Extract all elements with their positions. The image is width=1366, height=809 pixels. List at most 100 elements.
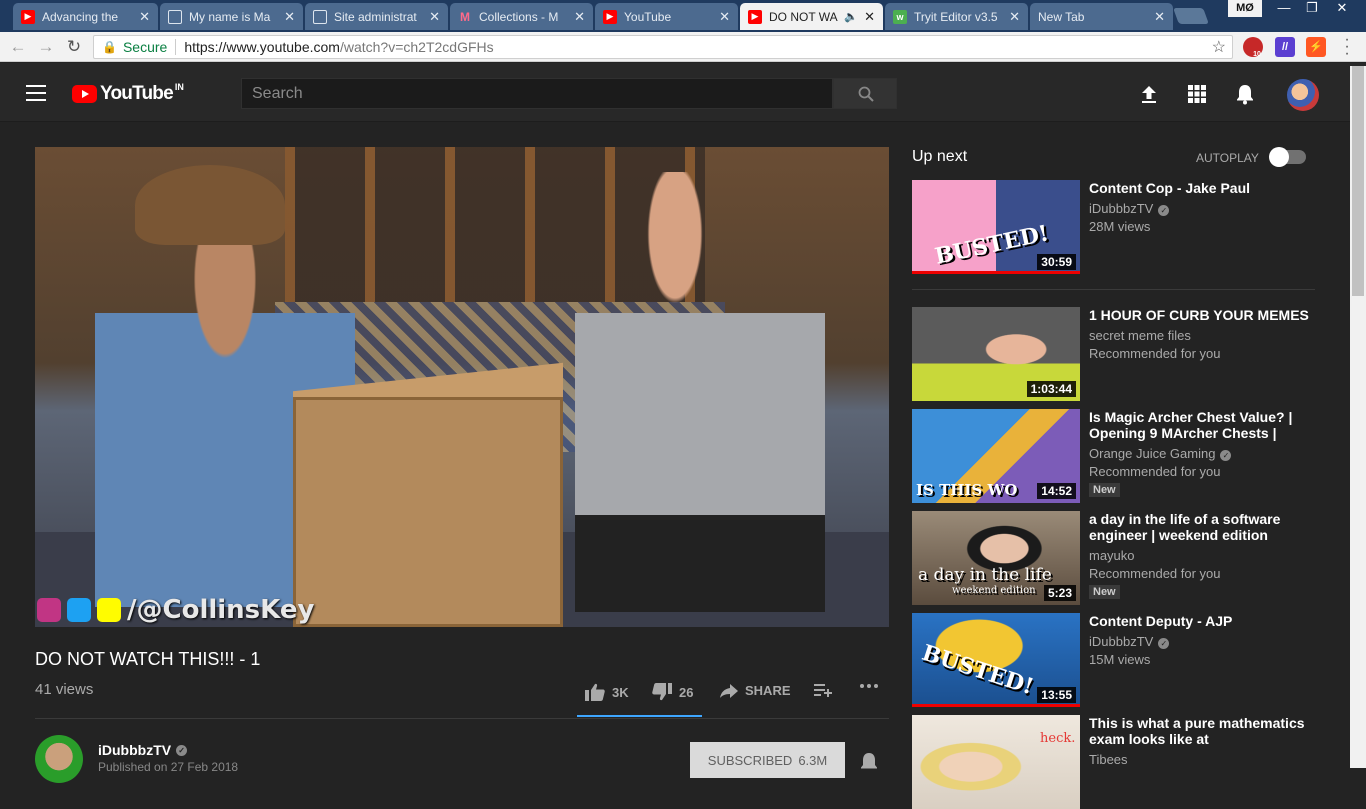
- tab-title: YouTube: [624, 9, 672, 24]
- channel-avatar[interactable]: [35, 735, 83, 783]
- video-thumbnail[interactable]: IS THIS WO 14:52: [912, 409, 1080, 503]
- recommended-video-card[interactable]: BUSTED! 13:55 Content Deputy - AJP iDubb…: [912, 613, 1332, 707]
- browser-profile-chip[interactable]: MØ: [1228, 0, 1262, 17]
- browser-tab[interactable]: Site administrat ✕: [305, 3, 448, 30]
- card-title[interactable]: This is what a pure mathematics exam loo…: [1089, 715, 1309, 747]
- instagram-icon: [37, 598, 61, 622]
- extension-icon[interactable]: ⚡: [1306, 37, 1326, 57]
- card-title[interactable]: Content Cop - Jake Paul: [1089, 180, 1309, 196]
- forward-icon[interactable]: →: [36, 37, 56, 57]
- card-channel: secret meme files: [1089, 328, 1191, 343]
- video-thumbnail[interactable]: a day in the life weekend edition 5:23: [912, 511, 1080, 605]
- channel-name[interactable]: iDubbbzTV ✓: [98, 742, 188, 758]
- reload-icon[interactable]: ↻: [64, 37, 84, 57]
- notifications-bell-icon[interactable]: [1234, 83, 1256, 105]
- verified-check-icon: ✓: [1158, 638, 1170, 649]
- address-separator: [175, 39, 177, 55]
- share-button[interactable]: SHARE: [720, 683, 791, 698]
- youtube-header: YouTube IN Search: [0, 63, 1366, 122]
- notification-bell-icon[interactable]: [858, 751, 880, 773]
- url-path: /watch?v=ch2T2cdGFHs: [339, 39, 494, 55]
- browser-tab[interactable]: New Tab ✕: [1030, 3, 1173, 30]
- more-actions-button[interactable]: [859, 683, 886, 689]
- collections-favicon-icon: M: [460, 9, 470, 24]
- playlist-add-icon: [814, 684, 832, 697]
- extension-icon[interactable]: //: [1275, 37, 1295, 57]
- dislike-button[interactable]: 26: [652, 683, 693, 701]
- browser-tab[interactable]: M Collections - M ✕: [450, 3, 593, 30]
- card-channel: iDubbbzTV ✓: [1089, 633, 1170, 651]
- card-title[interactable]: 1 HOUR OF CURB YOUR MEMES: [1089, 307, 1309, 323]
- browser-menu-icon[interactable]: · · ·: [1342, 32, 1352, 62]
- recommended-video-card[interactable]: BUSTED! 30:59 Content Cop - Jake Paul iD…: [912, 180, 1332, 274]
- video-player[interactable]: /@CollinsKey: [35, 147, 889, 627]
- search-input[interactable]: Search: [241, 78, 833, 109]
- recommended-video-card[interactable]: IS THIS WO 14:52 Is Magic Archer Chest V…: [912, 409, 1332, 503]
- minimize-icon[interactable]: —: [1270, 0, 1298, 17]
- tab-close-icon[interactable]: ✕: [719, 9, 730, 25]
- browser-tab-active[interactable]: ▶ DO NOT WA 🔈 ✕: [740, 3, 883, 30]
- recommended-video-card[interactable]: 1:03:44 1 HOUR OF CURB YOUR MEMES secret…: [912, 307, 1332, 401]
- card-channel: Orange Juice Gaming ✓: [1089, 445, 1232, 463]
- new-tab-button[interactable]: [1173, 8, 1209, 24]
- card-meta: Recommended for you: [1089, 346, 1221, 361]
- video-frame-hat: [135, 165, 285, 245]
- card-channel: mayuko: [1089, 548, 1135, 563]
- video-thumbnail[interactable]: BUSTED! 13:55: [912, 613, 1080, 707]
- tab-close-icon[interactable]: ✕: [284, 9, 295, 25]
- tab-title: New Tab: [1038, 9, 1085, 24]
- speaker-icon[interactable]: 🔈: [844, 10, 858, 23]
- recommended-video-card[interactable]: a day in the life weekend edition 5:23 a…: [912, 511, 1332, 605]
- twitter-icon: [67, 598, 91, 622]
- browser-tab[interactable]: My name is Ma ✕: [160, 3, 303, 30]
- autoplay-toggle[interactable]: [1269, 147, 1306, 167]
- search-icon: [858, 86, 874, 102]
- document-favicon-icon: [168, 9, 182, 24]
- browser-tab[interactable]: ▶ Advancing the ✕: [13, 3, 158, 30]
- subscribe-button[interactable]: SUBSCRIBED 6.3M: [690, 742, 845, 778]
- back-icon[interactable]: ←: [8, 37, 28, 57]
- apps-grid-icon[interactable]: [1186, 83, 1208, 105]
- watch-page: /@CollinsKey DO NOT WATCH THIS!!! - 1 41…: [0, 123, 1350, 809]
- tab-close-icon[interactable]: ✕: [574, 9, 585, 25]
- page-scrollbar[interactable]: [1350, 66, 1366, 768]
- video-frame-person-right: [575, 172, 825, 612]
- upload-icon[interactable]: [1138, 83, 1160, 105]
- video-thumbnail[interactable]: BUSTED! 30:59: [912, 180, 1080, 274]
- hamburger-menu-icon[interactable]: [26, 85, 46, 101]
- tab-close-icon[interactable]: ✕: [1154, 9, 1165, 25]
- verified-check-icon: ✓: [1158, 205, 1170, 216]
- tab-close-icon[interactable]: ✕: [864, 9, 875, 25]
- address-bar[interactable]: 🔒 Secure https://www.youtube.com/watch?v…: [93, 35, 1233, 59]
- card-meta: 28M views: [1089, 219, 1151, 234]
- search-button[interactable]: [833, 78, 897, 109]
- tab-close-icon[interactable]: ✕: [1009, 9, 1020, 25]
- watched-progress-bar: [912, 704, 1080, 707]
- browser-tab[interactable]: ▶ YouTube ✕: [595, 3, 738, 30]
- video-thumbnail[interactable]: heck.: [912, 715, 1080, 809]
- close-window-icon[interactable]: ✕: [1328, 0, 1356, 17]
- recommended-video-card[interactable]: heck. This is what a pure mathematics ex…: [912, 715, 1332, 809]
- card-title[interactable]: Content Deputy - AJP: [1089, 613, 1309, 629]
- extension-icon[interactable]: 10: [1243, 37, 1263, 58]
- youtube-logo[interactable]: YouTube IN: [72, 82, 184, 105]
- account-avatar[interactable]: [1287, 79, 1319, 111]
- card-channel-text: Orange Juice Gaming: [1089, 446, 1216, 461]
- card-title[interactable]: Is Magic Archer Chest Value? | Opening 9…: [1089, 409, 1309, 441]
- tab-close-icon[interactable]: ✕: [139, 9, 150, 25]
- video-title: DO NOT WATCH THIS!!! - 1: [35, 649, 261, 669]
- thumbnail-text: heck.: [1040, 731, 1076, 746]
- tab-close-icon[interactable]: ✕: [429, 9, 440, 25]
- bookmark-star-icon[interactable]: ☆: [1212, 37, 1226, 57]
- video-thumbnail[interactable]: 1:03:44: [912, 307, 1080, 401]
- tab-title: Collections - M: [479, 9, 559, 24]
- browser-tab[interactable]: w Tryit Editor v3.5 ✕: [885, 3, 1028, 30]
- restore-icon[interactable]: ❐: [1298, 0, 1326, 17]
- verified-check-icon: ✓: [176, 744, 188, 756]
- add-to-playlist-button[interactable]: [814, 683, 839, 697]
- view-count: 41 views: [35, 681, 94, 698]
- tab-title: Advancing the: [42, 9, 119, 24]
- like-button[interactable]: 3K: [585, 683, 629, 701]
- card-title[interactable]: a day in the life of a software engineer…: [1089, 511, 1309, 543]
- scrollbar-thumb[interactable]: [1352, 66, 1364, 296]
